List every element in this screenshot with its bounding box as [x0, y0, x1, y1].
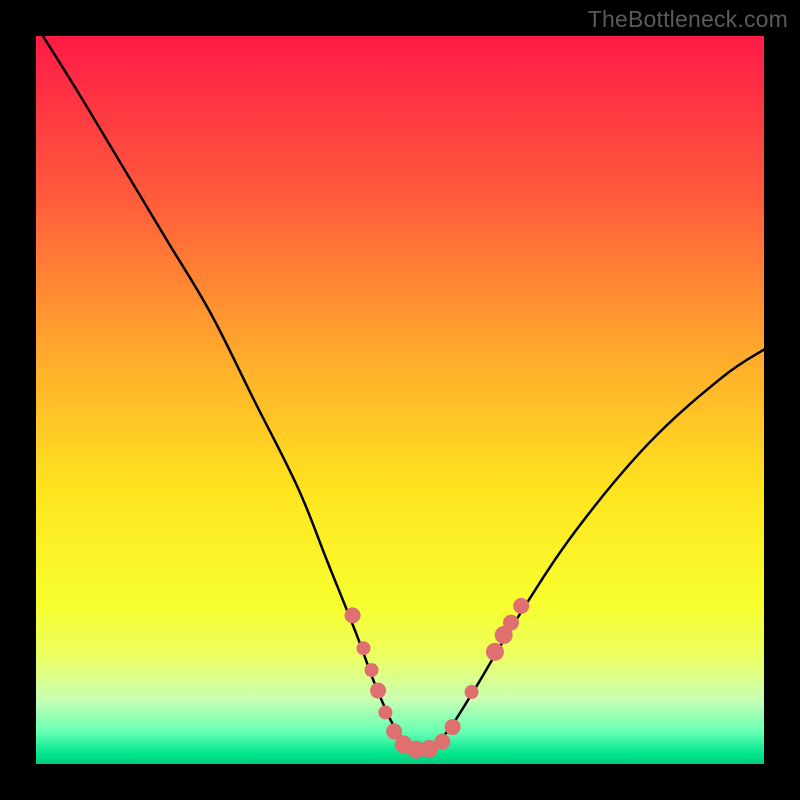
watermark-text: TheBottleneck.com	[588, 6, 788, 33]
curve-marker	[465, 685, 479, 699]
curve-marker	[370, 683, 386, 699]
chart-svg	[0, 0, 800, 800]
curve-marker	[434, 734, 450, 750]
curve-marker	[445, 719, 461, 735]
curve-marker	[378, 705, 392, 719]
curve-marker	[357, 641, 371, 655]
chart-frame: TheBottleneck.com	[0, 0, 800, 800]
plot-background	[35, 35, 765, 765]
curve-marker	[513, 598, 529, 614]
curve-marker	[503, 615, 519, 631]
curve-marker	[365, 663, 379, 677]
curve-marker	[486, 643, 504, 661]
curve-marker	[345, 607, 361, 623]
